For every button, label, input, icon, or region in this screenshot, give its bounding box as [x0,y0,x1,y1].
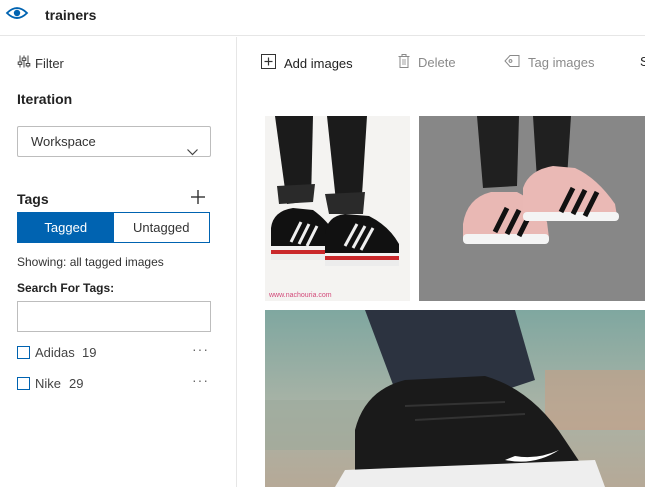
iteration-heading: Iteration [17,91,73,107]
tag-checkbox[interactable] [17,346,30,359]
tag-count: 19 [82,345,97,360]
tag-icon [504,54,520,71]
image-thumbnail[interactable]: www.nachouria.com [265,116,410,301]
tagged-untagged-toggle: Tagged Untagged [17,212,210,243]
toolbar: Add images Delete Tag images S [238,37,645,87]
more-options-icon[interactable]: ··· [192,372,209,388]
sidebar: Filter Iteration Workspace Tags Tagged U… [0,37,237,487]
tag-name: Adidas [35,345,75,360]
image-watermark: www.nachouria.com [268,292,332,299]
tag-item-adidas[interactable]: Adidas 19 ··· [17,341,211,362]
trash-icon [398,54,410,71]
eye-icon[interactable] [5,3,29,28]
search-tags-label: Search For Tags: [17,281,115,295]
showing-status: Showing: all tagged images [17,255,164,269]
add-images-button[interactable]: Add images [261,54,353,72]
tag-count: 29 [69,376,84,391]
more-options-icon[interactable]: ··· [192,341,209,357]
image-thumbnail[interactable] [265,310,645,487]
filter-button[interactable]: Filter [17,55,64,71]
add-tag-icon[interactable] [191,190,205,209]
tags-heading: Tags [17,191,49,207]
delete-label: Delete [418,55,456,70]
tab-untagged[interactable]: Untagged [113,213,209,242]
top-bar: trainers [0,0,645,36]
image-thumbnail[interactable] [419,116,645,301]
tag-item-nike[interactable]: Nike 29 ··· [17,372,211,393]
toolbar-overflow-item[interactable]: S [640,54,645,69]
sneaker-photo [265,310,645,487]
iteration-dropdown[interactable]: Workspace [17,126,211,157]
filter-label: Filter [35,55,64,71]
tag-images-label: Tag images [528,55,595,70]
main-content: Add images Delete Tag images S www.nacho… [238,37,645,487]
iteration-dropdown-value: Workspace [31,134,96,149]
add-image-icon [261,54,276,72]
project-title: trainers [45,7,97,23]
tag-checkbox[interactable] [17,377,30,390]
delete-button[interactable]: Delete [398,54,456,71]
search-tags-input[interactable] [17,301,211,332]
sliders-icon [17,55,31,71]
tab-tagged[interactable]: Tagged [18,213,114,242]
add-images-label: Add images [284,55,353,71]
tag-name: Nike [35,376,62,391]
sneaker-photo [419,116,645,301]
chevron-down-icon [187,137,198,166]
tag-images-button[interactable]: Tag images [504,54,594,71]
sneaker-photo: www.nachouria.com [265,116,410,301]
